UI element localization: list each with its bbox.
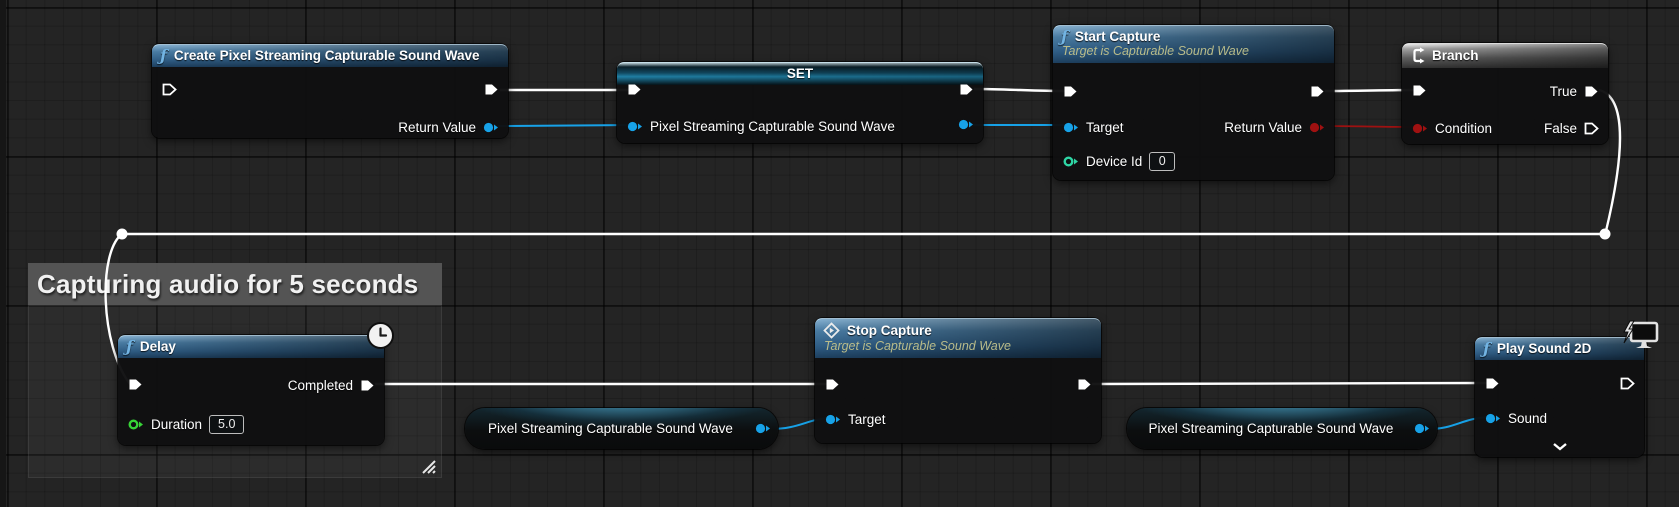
completed-exec-pin[interactable] [360, 379, 375, 392]
sound-label: Sound [1508, 411, 1547, 426]
function-icon: ƒ [126, 340, 133, 353]
exec-out-pin[interactable] [959, 83, 974, 96]
reroute-node[interactable] [117, 229, 128, 240]
device-id-pin[interactable] [1063, 156, 1079, 167]
target-pin[interactable] [825, 414, 841, 425]
node-start-capture[interactable]: ƒ Start Capture Target is Capturable Sou… [1053, 25, 1334, 180]
node-header[interactable]: Branch [1402, 43, 1608, 68]
exec-out-pin[interactable] [484, 83, 499, 96]
device-id-value-input[interactable]: 0 [1149, 152, 1175, 171]
exec-out-pin[interactable] [1620, 377, 1635, 390]
node-stop-capture[interactable]: Stop Capture Target is Capturable Sound … [815, 318, 1101, 443]
advanced-pins-chevron-icon[interactable] [1552, 439, 1568, 454]
variable-in-pin[interactable] [627, 121, 643, 132]
comment-resize-handle[interactable] [419, 457, 439, 475]
branch-icon [1410, 47, 1425, 64]
duration-pin[interactable] [128, 419, 144, 430]
diamond-icon [823, 322, 840, 339]
return-value-label: Return Value [398, 120, 476, 135]
exec-in-pin[interactable] [1063, 85, 1078, 98]
node-play-sound-2d[interactable]: ƒ Play Sound 2D Sound [1475, 337, 1644, 457]
false-label: False [1544, 121, 1577, 136]
exec-wire[interactable] [1092, 383, 1489, 384]
variable-label: Pixel Streaming Capturable Sound Wave [650, 119, 895, 134]
exec-out-pin[interactable] [1310, 85, 1325, 98]
condition-pin[interactable] [1412, 123, 1428, 134]
target-pin[interactable] [1063, 122, 1079, 133]
node-header[interactable]: ƒ Play Sound 2D [1475, 337, 1644, 360]
true-exec-pin[interactable] [1584, 85, 1599, 98]
node-subtitle: Target is Capturable Sound Wave [824, 339, 1093, 353]
node-title: Delay [140, 339, 176, 354]
node-branch[interactable]: Branch True Condition False [1402, 43, 1608, 144]
node-subtitle: Target is Capturable Sound Wave [1062, 44, 1326, 58]
target-label: Target [848, 412, 886, 427]
node-delay[interactable]: ƒ Delay Completed Duration 5.0 [118, 335, 384, 445]
false-exec-pin[interactable] [1584, 122, 1599, 135]
condition-wire[interactable] [1324, 126, 1414, 127]
variable-out-pin[interactable] [958, 119, 974, 130]
node-title: Play Sound 2D [1497, 341, 1592, 356]
duration-value-input[interactable]: 5.0 [209, 415, 244, 434]
condition-label: Condition [1435, 121, 1492, 136]
exec-in-pin[interactable] [627, 83, 642, 96]
true-label: True [1550, 84, 1577, 99]
return-value-label: Return Value [1224, 120, 1302, 135]
latent-clock-icon [367, 322, 394, 349]
completed-label: Completed [288, 378, 353, 393]
variable-getter-pixel-streaming-capturable-sound-wave-2[interactable]: Pixel Streaming Capturable Sound Wave [1127, 408, 1437, 449]
panel-edge [0, 0, 6, 507]
variable-label: Pixel Streaming Capturable Sound Wave [1149, 421, 1394, 436]
variable-getter-pixel-streaming-capturable-sound-wave-1[interactable]: Pixel Streaming Capturable Sound Wave [465, 408, 778, 449]
function-icon: ƒ [160, 49, 167, 62]
variable-out-pin[interactable] [755, 423, 771, 434]
node-header[interactable]: Stop Capture Target is Capturable Sound … [815, 318, 1101, 358]
duration-label: Duration [151, 417, 202, 432]
node-header[interactable]: ƒ Start Capture Target is Capturable Sou… [1053, 25, 1334, 63]
node-title: SET [787, 66, 813, 81]
comment-title-bar[interactable]: Capturing audio for 5 seconds [28, 263, 442, 305]
monitor-lightning-icon [1620, 319, 1660, 355]
exec-out-pin[interactable] [1077, 378, 1092, 391]
data-wire[interactable] [498, 125, 636, 126]
node-title: Create Pixel Streaming Capturable Sound … [174, 48, 480, 63]
exec-in-pin[interactable] [1485, 377, 1500, 390]
node-header[interactable]: ƒ Delay [118, 335, 384, 358]
function-icon: ƒ [1061, 30, 1068, 43]
return-value-pin[interactable] [483, 122, 499, 133]
exec-in-pin[interactable] [162, 83, 177, 96]
device-id-label: Device Id [1086, 154, 1142, 169]
function-icon: ƒ [1483, 342, 1490, 355]
sound-pin[interactable] [1485, 413, 1501, 424]
node-title: Branch [1432, 48, 1479, 63]
comment-title-text: Capturing audio for 5 seconds [37, 269, 418, 300]
exec-in-pin[interactable] [128, 378, 143, 391]
node-header[interactable]: ƒ Create Pixel Streaming Capturable Soun… [152, 44, 508, 67]
reroute-node[interactable] [1600, 229, 1611, 240]
node-set[interactable]: SET Pixel Streaming Capturable Sound Wav… [617, 62, 983, 143]
target-label: Target [1086, 120, 1124, 135]
exec-in-pin[interactable] [825, 378, 840, 391]
return-value-pin[interactable] [1309, 122, 1325, 133]
variable-label: Pixel Streaming Capturable Sound Wave [488, 421, 733, 436]
node-title: Start Capture [1075, 29, 1161, 44]
blueprint-graph-canvas[interactable]: Capturing audio for 5 seconds ƒ Create P… [0, 0, 1679, 507]
node-title: Stop Capture [847, 323, 932, 338]
variable-out-pin[interactable] [1414, 423, 1430, 434]
node-create-pixel-streaming-capturable-sound-wave[interactable]: ƒ Create Pixel Streaming Capturable Soun… [152, 44, 508, 138]
exec-in-pin[interactable] [1412, 84, 1427, 97]
node-header[interactable]: SET [617, 62, 983, 85]
